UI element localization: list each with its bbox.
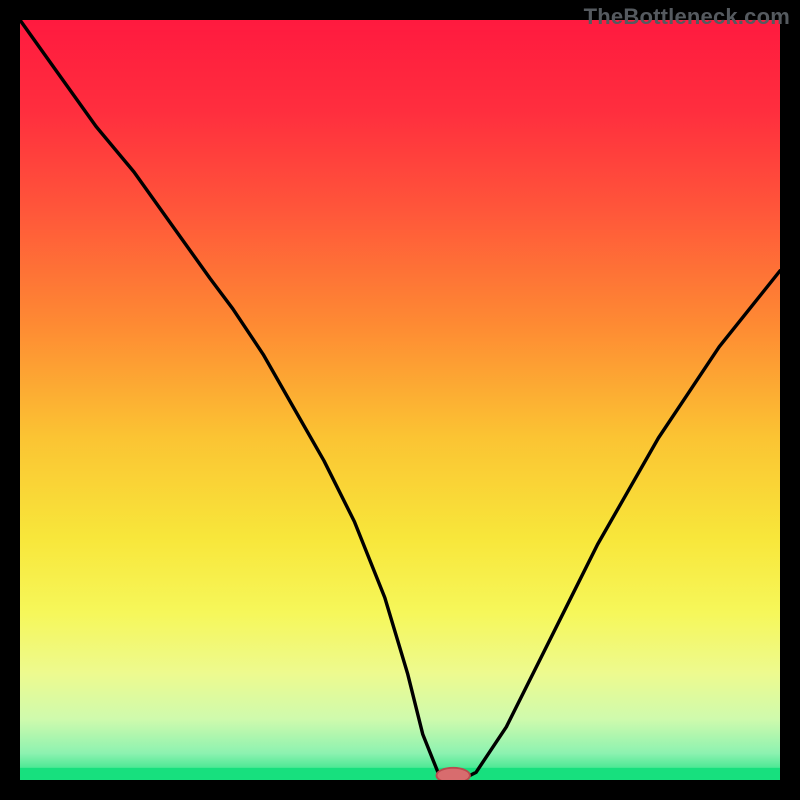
optimum-marker: [436, 768, 469, 780]
watermark-text: TheBottleneck.com: [584, 4, 790, 30]
chart-svg: [20, 20, 780, 780]
green-baseline-band: [20, 768, 780, 780]
chart-frame: TheBottleneck.com: [0, 0, 800, 800]
chart-plot-area: [20, 20, 780, 780]
gradient-background: [20, 20, 780, 780]
